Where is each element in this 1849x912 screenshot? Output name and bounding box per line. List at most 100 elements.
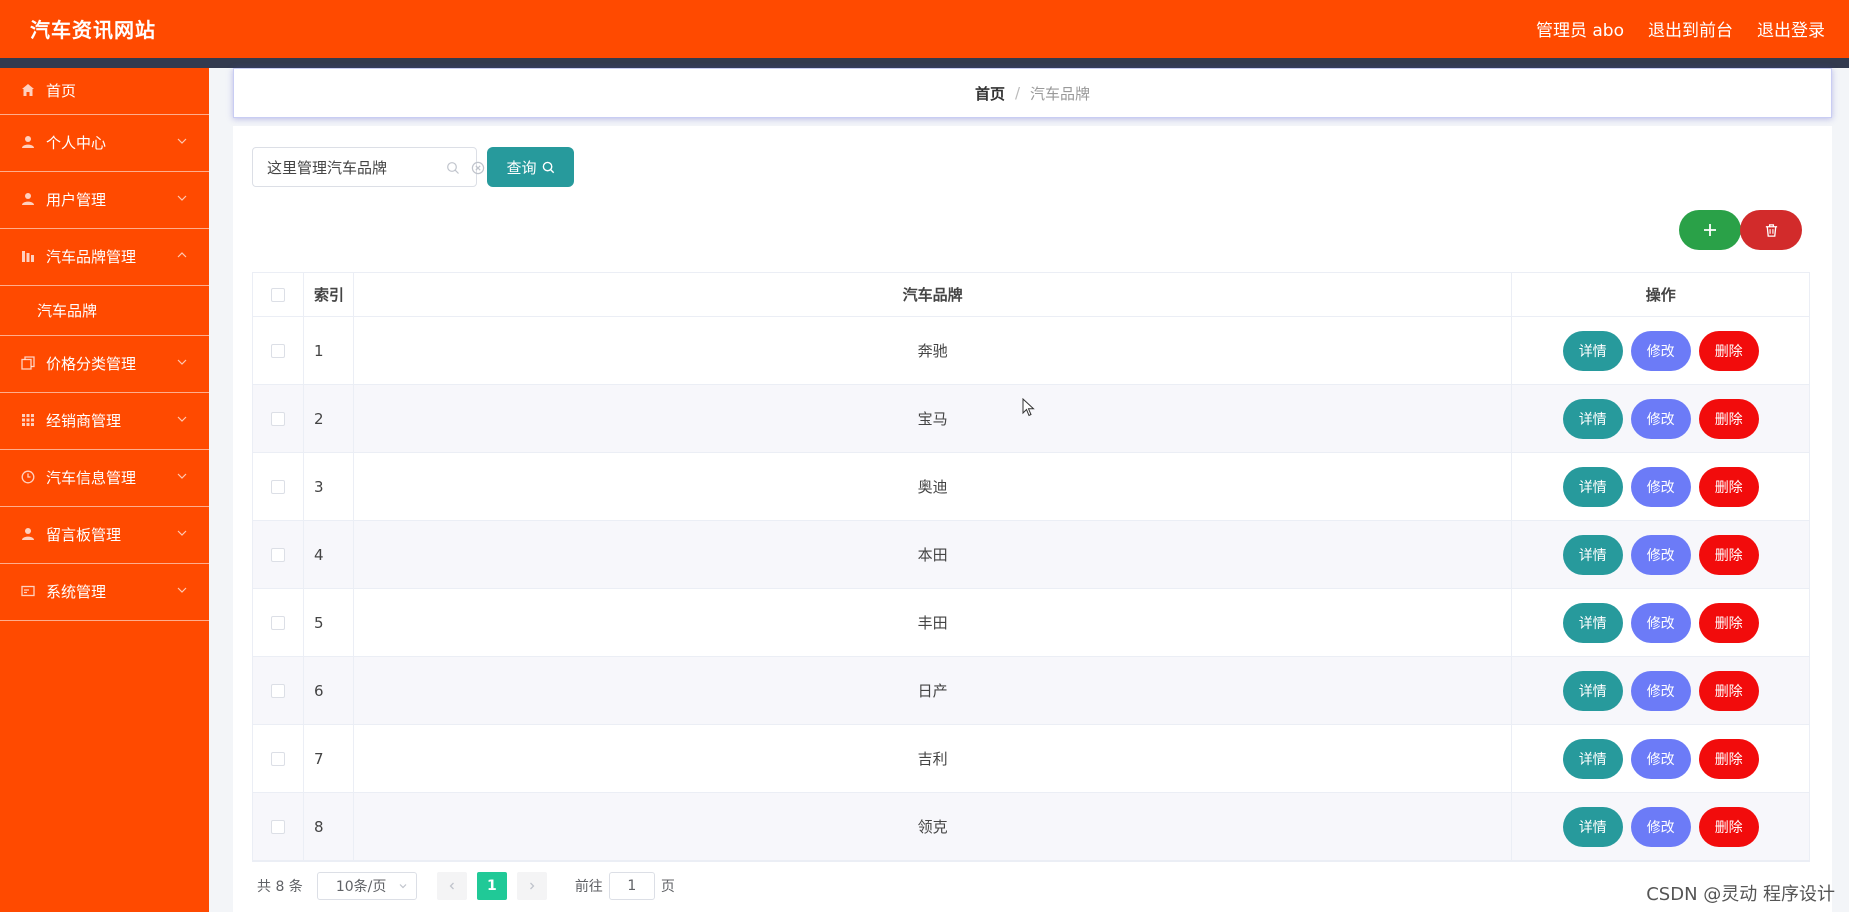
sidebar-subitem-brand[interactable]: 汽车品牌: [0, 286, 209, 336]
row-actions: 详情 修改 删除: [1512, 521, 1809, 588]
row-brand: 奥迪: [354, 453, 1513, 520]
sidebar-item-dealers[interactable]: 经销商管理: [0, 393, 209, 450]
row-brand: 领克: [354, 793, 1513, 860]
brand-table: 索引 汽车品牌 操作 1 奔驰 详情 修改 删除 2 宝马 详情 修改 删除 3 奥迪 详情 修改 删除 4 本…: [252, 272, 1810, 862]
edit-button[interactable]: 修改: [1630, 398, 1691, 439]
delete-button[interactable]: 删除: [1698, 466, 1759, 507]
clear-icon[interactable]: [471, 161, 485, 175]
table-header: 索引 汽车品牌 操作: [253, 273, 1809, 317]
row-actions: 详情 修改 删除: [1512, 793, 1809, 860]
delete-button[interactable]: 删除: [1698, 330, 1759, 371]
row-checkbox[interactable]: [270, 479, 285, 494]
row-checkbox[interactable]: [270, 751, 285, 766]
table-row: 3 奥迪 详情 修改 删除: [253, 453, 1809, 521]
sidebar-item-home[interactable]: 首页: [0, 68, 209, 115]
row-brand: 本田: [354, 521, 1513, 588]
row-index: 6: [304, 657, 354, 724]
header-brand: 汽车品牌: [354, 273, 1513, 316]
edit-button[interactable]: 修改: [1630, 330, 1691, 371]
sidebar-item-brand-management[interactable]: 汽车品牌管理: [0, 229, 209, 286]
edit-button[interactable]: 修改: [1630, 670, 1691, 711]
table-row: 7 吉利 详情 修改 删除: [253, 725, 1809, 793]
sidebar-item-car-info[interactable]: 汽车信息管理: [0, 450, 209, 507]
row-checkbox-cell: [253, 793, 304, 860]
sidebar-item-system[interactable]: 系统管理: [0, 564, 209, 621]
edit-button[interactable]: 修改: [1630, 806, 1691, 847]
row-brand: 奔驰: [354, 317, 1513, 384]
detail-button[interactable]: 详情: [1562, 534, 1623, 575]
row-checkbox[interactable]: [270, 343, 285, 358]
header-strip: [0, 58, 1849, 68]
detail-button[interactable]: 详情: [1562, 398, 1623, 439]
header-index: 索引: [304, 273, 354, 316]
edit-button[interactable]: 修改: [1630, 466, 1691, 507]
row-actions: 详情 修改 删除: [1512, 453, 1809, 520]
sidebar-item-label: 首页: [46, 82, 77, 100]
query-button[interactable]: 查询: [487, 147, 574, 187]
sidebar-item-label: 个人中心: [46, 134, 107, 152]
sidebar-item-label: 用户管理: [46, 191, 107, 209]
sidebar-item-label: 留言板管理: [46, 526, 122, 544]
row-brand: 日产: [354, 657, 1513, 724]
delete-button[interactable]: 删除: [1698, 602, 1759, 643]
chevron-down-icon: [177, 587, 187, 593]
top-bar: 汽车资讯网站 管理员 abo 退出到前台 退出登录: [0, 0, 1849, 68]
search-field[interactable]: [252, 147, 485, 187]
sidebar-item-users[interactable]: 用户管理: [0, 172, 209, 229]
page-size-value: 10条/页: [335, 879, 387, 895]
row-index: 3: [304, 453, 354, 520]
prev-page-button[interactable]: [436, 872, 467, 900]
sidebar-item-message-board[interactable]: 留言板管理: [0, 507, 209, 564]
logout-link[interactable]: 退出登录: [1757, 16, 1825, 41]
row-index: 4: [304, 521, 354, 588]
to-frontend-link[interactable]: 退出到前台: [1648, 16, 1733, 41]
delete-button[interactable]: 删除: [1698, 738, 1759, 779]
row-index: 8: [304, 793, 354, 860]
chevron-down-icon: [177, 195, 187, 201]
goto-page-input[interactable]: 1: [608, 872, 655, 900]
row-actions: 详情 修改 删除: [1512, 385, 1809, 452]
row-checkbox[interactable]: [270, 411, 285, 426]
next-page-button[interactable]: [516, 872, 547, 900]
sidebar-item-price-category[interactable]: 价格分类管理: [0, 336, 209, 393]
sidebar-item-profile[interactable]: 个人中心: [0, 115, 209, 172]
detail-button[interactable]: 详情: [1562, 602, 1623, 643]
select-all-checkbox[interactable]: [270, 287, 285, 302]
page-size-select[interactable]: 10条/页: [316, 872, 417, 900]
breadcrumb-current: 汽车品牌: [1030, 84, 1091, 103]
table-row: 8 领克 详情 修改 删除: [253, 793, 1809, 861]
batch-delete-button[interactable]: [1740, 210, 1802, 250]
detail-button[interactable]: 详情: [1562, 806, 1623, 847]
edit-button[interactable]: 修改: [1630, 738, 1691, 779]
delete-button[interactable]: 删除: [1698, 398, 1759, 439]
watermark: CSDN @灵动 程序设计: [1646, 884, 1835, 905]
trash-icon: [1765, 223, 1777, 237]
detail-button[interactable]: 详情: [1562, 738, 1623, 779]
table-row: 6 日产 详情 修改 删除: [253, 657, 1809, 725]
edit-button[interactable]: 修改: [1630, 534, 1691, 575]
goto-prefix: 前往: [574, 879, 603, 895]
search-input[interactable]: [267, 158, 417, 176]
row-checkbox[interactable]: [270, 683, 285, 698]
delete-button[interactable]: 删除: [1698, 806, 1759, 847]
delete-button[interactable]: 删除: [1698, 670, 1759, 711]
breadcrumb-home[interactable]: 首页: [975, 83, 1005, 104]
row-index: 5: [304, 589, 354, 656]
detail-button[interactable]: 详情: [1562, 330, 1623, 371]
delete-button[interactable]: 删除: [1698, 534, 1759, 575]
add-button[interactable]: [1679, 210, 1741, 250]
edit-button[interactable]: 修改: [1630, 602, 1691, 643]
detail-button[interactable]: 详情: [1562, 466, 1623, 507]
row-checkbox[interactable]: [270, 615, 285, 630]
admin-label: 管理员 abo: [1535, 21, 1624, 41]
row-checkbox-cell: [253, 589, 304, 656]
chevron-left-icon: [449, 882, 454, 890]
row-checkbox[interactable]: [270, 547, 285, 562]
row-index: 7: [304, 725, 354, 792]
main-content: 查询 索引 汽车品牌 操作 1奔驰详情修改删除2宝马详情修改删除3奥迪详情修改删…: [233, 126, 1832, 912]
detail-button[interactable]: 详情: [1562, 670, 1623, 711]
chart-icon: [20, 248, 36, 264]
page-number-current[interactable]: 1: [476, 872, 507, 900]
row-brand: 宝马: [354, 385, 1513, 452]
row-checkbox[interactable]: [270, 819, 285, 834]
